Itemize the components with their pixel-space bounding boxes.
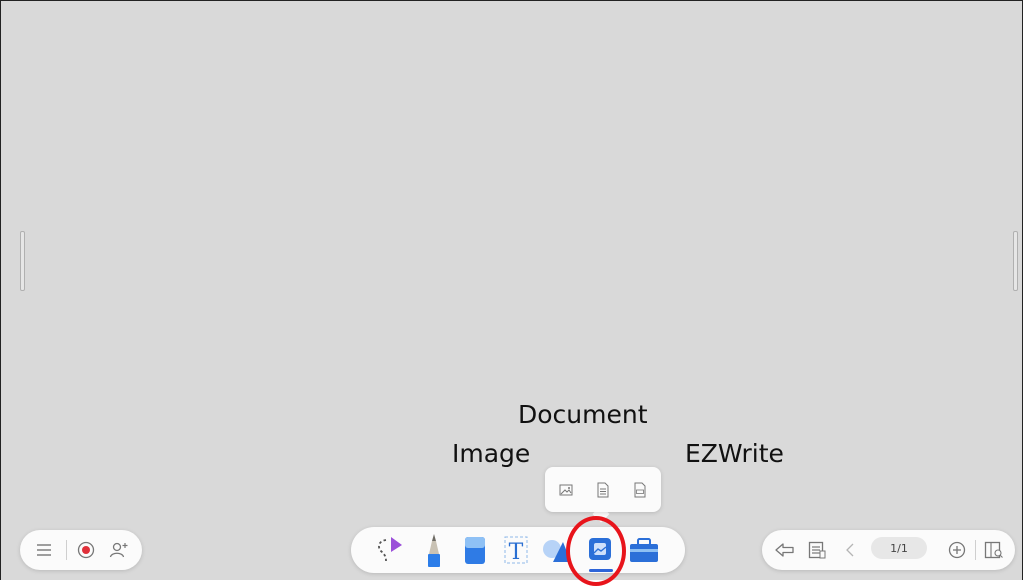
pen-tool[interactable] — [417, 531, 451, 569]
menu-button[interactable] — [32, 538, 56, 562]
insert-popup — [545, 467, 661, 512]
add-user-icon — [109, 542, 128, 558]
previous-page-button[interactable] — [841, 538, 859, 562]
text-tool[interactable]: T — [499, 531, 533, 569]
shapes-icon — [543, 540, 571, 562]
main-toolbar: T — [351, 527, 685, 573]
add-user-button[interactable] — [106, 538, 132, 562]
insert-image-icon — [559, 484, 573, 496]
menu-icon — [37, 544, 51, 556]
page-indicator[interactable]: 1/1 — [871, 537, 927, 559]
annotation-document: Document — [518, 400, 648, 429]
insert-ezwrite-button[interactable] — [629, 479, 651, 501]
eraser-icon — [465, 537, 485, 564]
text-icon: T — [504, 536, 528, 565]
record-icon — [77, 541, 95, 559]
lasso-select-icon — [378, 537, 402, 562]
insert-ezwrite-icon — [634, 482, 646, 498]
add-page-button[interactable] — [945, 538, 969, 562]
insert-media-icon — [589, 538, 611, 560]
page-settings-icon — [808, 541, 826, 559]
insert-document-button[interactable] — [592, 479, 614, 501]
toolbox-tool[interactable] — [625, 531, 663, 569]
left-drawer-handle[interactable] — [20, 231, 25, 291]
insert-document-icon — [597, 482, 609, 498]
annotation-image: Image — [452, 439, 531, 468]
whiteboard-canvas[interactable] — [0, 0, 1023, 580]
insert-media-tool[interactable] — [581, 531, 619, 569]
insert-image-button[interactable] — [555, 479, 577, 501]
shapes-tool[interactable] — [539, 531, 573, 569]
toolbox-icon — [630, 538, 658, 562]
left-toolbar — [20, 530, 142, 570]
toolbar-divider — [975, 540, 976, 560]
right-drawer-handle[interactable] — [1013, 231, 1018, 291]
page-settings-button[interactable] — [805, 538, 829, 562]
svg-text:T: T — [509, 540, 524, 565]
back-icon — [775, 543, 794, 557]
previous-page-icon — [846, 543, 854, 557]
eraser-tool[interactable] — [458, 531, 492, 569]
lasso-select-tool[interactable] — [373, 533, 411, 567]
annotation-ezwrite: EZWrite — [685, 439, 784, 468]
active-tool-indicator — [589, 569, 613, 572]
record-button[interactable] — [74, 538, 98, 562]
pen-icon — [428, 534, 440, 567]
page-overview-button[interactable] — [981, 538, 1007, 562]
add-page-icon — [948, 541, 966, 559]
toolbar-divider — [66, 540, 67, 560]
back-button[interactable] — [772, 538, 798, 562]
page-overview-icon — [984, 541, 1003, 559]
